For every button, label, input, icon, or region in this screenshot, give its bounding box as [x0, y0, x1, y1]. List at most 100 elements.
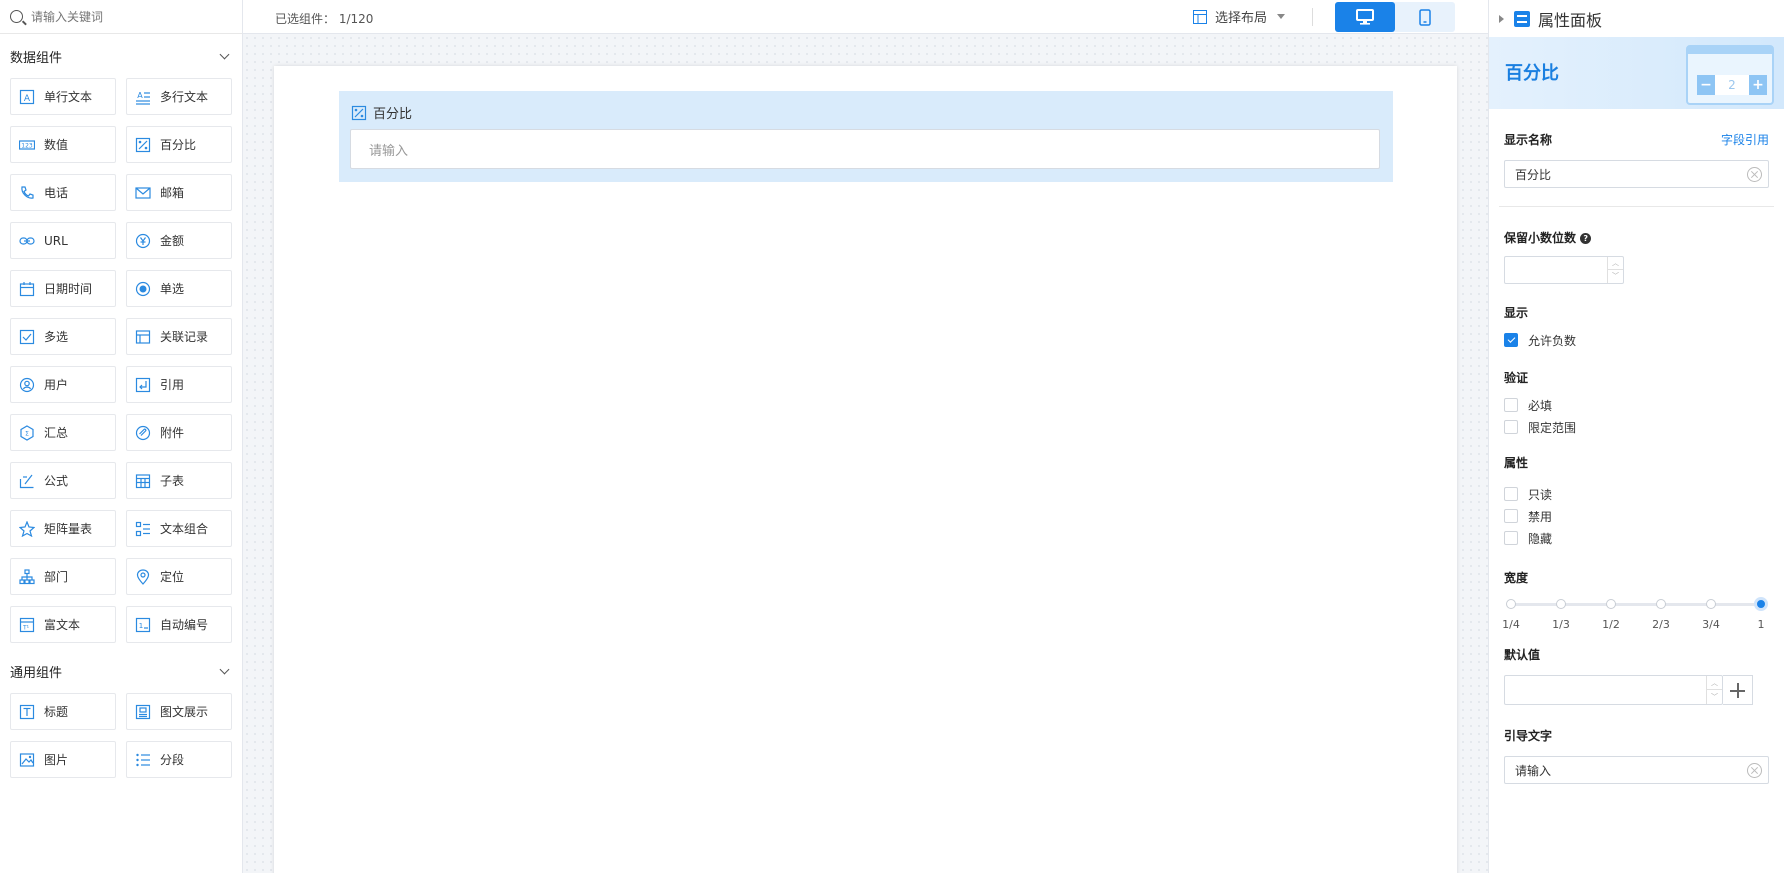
checkbox-icon[interactable]	[1504, 420, 1518, 434]
component-item-percent[interactable]: 百分比	[126, 126, 232, 163]
caret-right-icon[interactable]	[1499, 14, 1504, 23]
component-item-multi-line-text[interactable]: A 多行文本	[126, 78, 232, 115]
component-item-currency[interactable]: 金额	[126, 222, 232, 259]
help-icon[interactable]: ?	[1580, 233, 1592, 244]
chevron-down-icon[interactable]	[219, 49, 230, 59]
slider-tick-label: 3/4	[1702, 618, 1720, 631]
rich-text-icon: T¹	[19, 617, 35, 633]
component-item-section[interactable]: 分段	[126, 741, 232, 778]
component-item-image[interactable]: 图片	[10, 741, 116, 778]
display-name-input[interactable]: 百分比	[1504, 160, 1769, 188]
search-input[interactable]	[31, 9, 211, 24]
matrix-icon	[19, 520, 35, 537]
validation-section-label: 验证	[1504, 371, 1529, 385]
component-label: 用户	[44, 378, 69, 392]
component-item-image-text[interactable]: 图文展示	[126, 693, 232, 730]
attribute-section-label: 属性	[1504, 456, 1529, 470]
field-reference-link[interactable]: 字段引用	[1721, 131, 1769, 148]
component-item-checkbox[interactable]: 多选	[10, 318, 116, 355]
component-label: 汇总	[44, 426, 69, 440]
checkbox-icon[interactable]	[1504, 531, 1518, 545]
component-item-matrix[interactable]: 矩阵量表	[10, 510, 116, 547]
readonly-checkbox[interactable]: 只读	[1504, 483, 1769, 505]
slider-stop[interactable]	[1656, 599, 1666, 609]
component-item-radio[interactable]: 单选	[126, 270, 232, 307]
component-item-formula[interactable]: 公式	[10, 462, 116, 499]
component-item-user[interactable]: 用户	[10, 366, 116, 403]
spin-up-icon[interactable]: ︿	[1608, 257, 1623, 270]
spin-up-icon[interactable]: ︿	[1707, 676, 1722, 690]
spin-down-icon[interactable]: ﹀	[1707, 690, 1722, 704]
width-slider[interactable]: 1/4 1/3 1/2 2/3 3/4 1	[1502, 596, 1768, 636]
component-item-heading[interactable]: 标题	[10, 693, 116, 730]
component-item-link[interactable]: URL	[10, 222, 116, 259]
slider-stop[interactable]	[1556, 599, 1566, 609]
component-item-attachment[interactable]: 附件	[126, 414, 232, 451]
disabled-checkbox[interactable]: 禁用	[1504, 505, 1769, 527]
panel-title: 属性面板	[1538, 10, 1603, 30]
mobile-view-button[interactable]	[1395, 2, 1455, 32]
clear-icon[interactable]	[1747, 167, 1762, 182]
slider-stop[interactable]	[1506, 599, 1516, 609]
component-item-number[interactable]: 123 数值	[10, 126, 116, 163]
component-label: 邮箱	[160, 186, 185, 200]
component-item-auto-number[interactable]: 1 自动编号	[126, 606, 232, 643]
desktop-view-button[interactable]	[1335, 2, 1395, 32]
clear-icon[interactable]	[1747, 763, 1762, 778]
checkbox-icon[interactable]	[1504, 487, 1518, 501]
selected-label: 已选组件：	[275, 12, 336, 26]
limit-range-checkbox[interactable]: 限定范围	[1504, 416, 1769, 438]
section-icon	[135, 752, 151, 768]
form-canvas: 百分比 请输入	[243, 34, 1488, 873]
panel-header[interactable]: 属性面板	[1489, 0, 1784, 37]
slider-tick-label: 1/2	[1602, 618, 1620, 631]
slider-stop[interactable]	[1706, 599, 1716, 609]
component-item-text-combo[interactable]: 文本组合	[126, 510, 232, 547]
component-item-summary[interactable]: Σ 汇总	[10, 414, 116, 451]
slider-tick-label: 1	[1757, 618, 1765, 631]
add-formula-button[interactable]	[1723, 675, 1753, 705]
component-item-department[interactable]: 部门	[10, 558, 116, 595]
component-item-reference[interactable]: 引用	[126, 366, 232, 403]
group-header-general[interactable]: 通用组件	[0, 649, 242, 693]
hidden-checkbox[interactable]: 隐藏	[1504, 527, 1769, 549]
checkbox-icon[interactable]	[1504, 398, 1518, 412]
component-label: 部门	[44, 570, 69, 584]
number-spinner[interactable]: ︿ ﹀	[1607, 257, 1623, 283]
banner-title: 百分比	[1505, 63, 1559, 84]
spin-down-icon[interactable]: ﹀	[1608, 270, 1623, 283]
component-sidebar: 数据组件 A 单行文本 A 多行文本 123 数值 百分比电话 邮箱 URL 金额日期时间 单选多选…	[0, 0, 243, 873]
checkbox-icon[interactable]	[1504, 509, 1518, 523]
display-name-label-text: 显示名称	[1504, 133, 1553, 147]
layout-select-button[interactable]: 选择布局	[1193, 7, 1286, 26]
component-item-phone[interactable]: 电话	[10, 174, 116, 211]
percent-field-block[interactable]: 百分比 请输入	[339, 91, 1393, 182]
component-item-subtable[interactable]: 子表	[126, 462, 232, 499]
number-stepper-illustration: − 2 +	[1686, 45, 1774, 105]
percent-icon	[135, 137, 151, 153]
required-checkbox[interactable]: 必填	[1504, 394, 1769, 416]
component-item-relation[interactable]: 关联记录	[126, 318, 232, 355]
component-label: 矩阵量表	[44, 522, 93, 536]
component-item-single-line-text[interactable]: A 单行文本	[10, 78, 116, 115]
number-spinner[interactable]: ︿ ﹀	[1706, 676, 1722, 704]
checkbox-checked-icon[interactable]	[1504, 333, 1518, 347]
component-item-calendar[interactable]: 日期时间	[10, 270, 116, 307]
property-panel: 属性面板 百分比 − 2 + 显示名称 字段引用 百分比 保留小数位数 ? ︿ …	[1488, 0, 1784, 873]
svg-text:123: 123	[21, 142, 33, 149]
chevron-down-icon[interactable]	[219, 664, 230, 674]
component-item-location[interactable]: 定位	[126, 558, 232, 595]
guide-text-input[interactable]: 请输入	[1504, 756, 1769, 784]
decimal-input[interactable]: ︿ ﹀	[1504, 256, 1624, 284]
slider-stop[interactable]	[1606, 599, 1616, 609]
group-header-data[interactable]: 数据组件	[0, 34, 242, 78]
allow-negative-checkbox[interactable]: 允许负数	[1504, 329, 1769, 351]
slider-handle[interactable]	[1754, 597, 1768, 611]
percent-input[interactable]: 请输入	[350, 129, 1380, 169]
decimal-label-text: 保留小数位数	[1504, 231, 1577, 245]
data-component-grid: A 单行文本 A 多行文本 123 数值 百分比 电话 邮箱 URL 金额 日期时间 单选 多选 关联记录用…	[0, 78, 242, 643]
component-item-mail[interactable]: 邮箱	[126, 174, 232, 211]
component-item-rich-text[interactable]: T¹ 富文本	[10, 606, 116, 643]
default-value-input[interactable]: ︿ ﹀	[1504, 675, 1723, 705]
svg-text:A: A	[24, 94, 31, 104]
